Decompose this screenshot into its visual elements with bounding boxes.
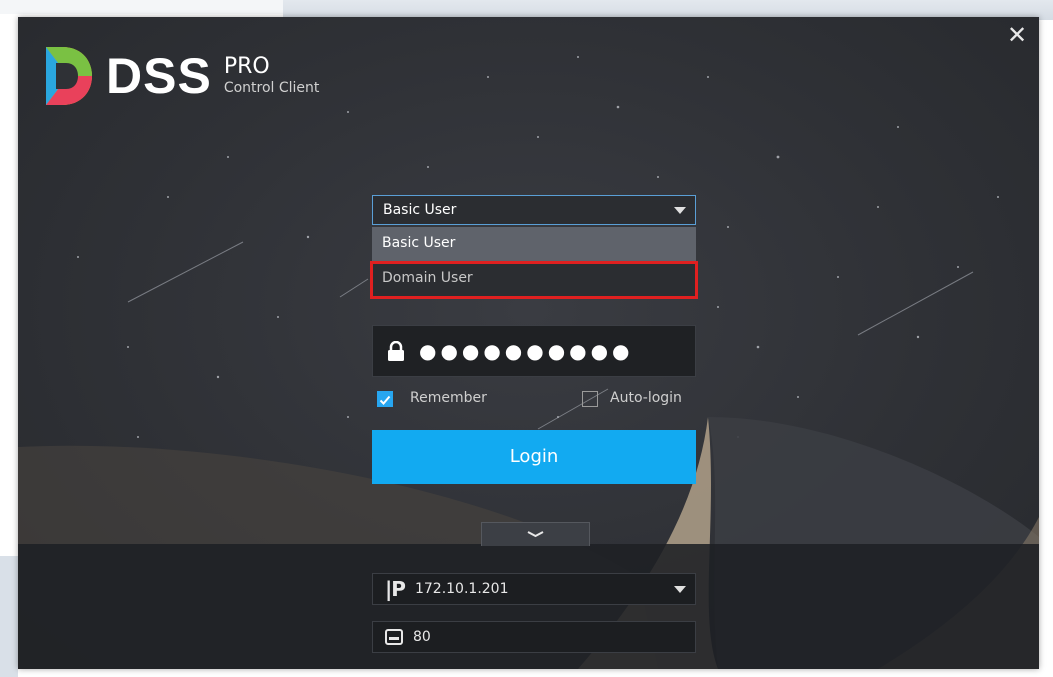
brand-subtitle: Control Client bbox=[223, 80, 320, 96]
auto-login-label: Auto-login bbox=[610, 390, 682, 406]
password-field[interactable]: ●●●●●●●●●● bbox=[372, 325, 696, 377]
remember-label: Remember bbox=[410, 390, 487, 406]
chevron-down-icon bbox=[674, 586, 686, 593]
close-button[interactable]: ✕ bbox=[1003, 21, 1031, 49]
expand-server-settings-button[interactable] bbox=[481, 522, 590, 546]
app-logo: DSS PRO Control Client bbox=[42, 45, 319, 107]
brand-name: DSS bbox=[106, 48, 212, 104]
checkmark-icon bbox=[379, 395, 391, 405]
server-port-field[interactable]: 80 bbox=[372, 621, 696, 653]
dss-logo-icon bbox=[46, 47, 92, 105]
chevron-down-icon bbox=[527, 531, 544, 538]
login-window: ✕ DSS PRO Control Client Basic User Basi… bbox=[18, 17, 1039, 669]
port-icon bbox=[385, 629, 403, 645]
background-window bbox=[0, 0, 283, 14]
server-ip-select[interactable]: |P 172.10.1.201 bbox=[372, 573, 696, 605]
password-masked-value: ●●●●●●●●●● bbox=[419, 339, 634, 363]
ip-icon: |P bbox=[385, 577, 406, 601]
user-type-select[interactable]: Basic User bbox=[372, 195, 696, 225]
auto-login-checkbox[interactable] bbox=[582, 391, 598, 407]
dropdown-option-basic-user[interactable]: Basic User bbox=[372, 227, 696, 261]
server-ip-value: 172.10.1.201 bbox=[414, 581, 509, 597]
login-button[interactable]: Login bbox=[372, 430, 696, 484]
background-window-edge bbox=[0, 556, 18, 677]
login-options-row: Remember Auto-login bbox=[372, 387, 696, 411]
server-port-value: 80 bbox=[413, 629, 431, 645]
chevron-down-icon bbox=[674, 207, 686, 214]
lock-icon bbox=[388, 341, 404, 361]
user-type-dropdown: Basic User Domain User bbox=[372, 227, 696, 299]
dropdown-option-domain-user[interactable]: Domain User bbox=[372, 262, 696, 297]
remember-checkbox[interactable] bbox=[377, 391, 393, 407]
brand-edition: PRO bbox=[223, 54, 270, 79]
user-type-selected-value: Basic User bbox=[383, 202, 457, 218]
